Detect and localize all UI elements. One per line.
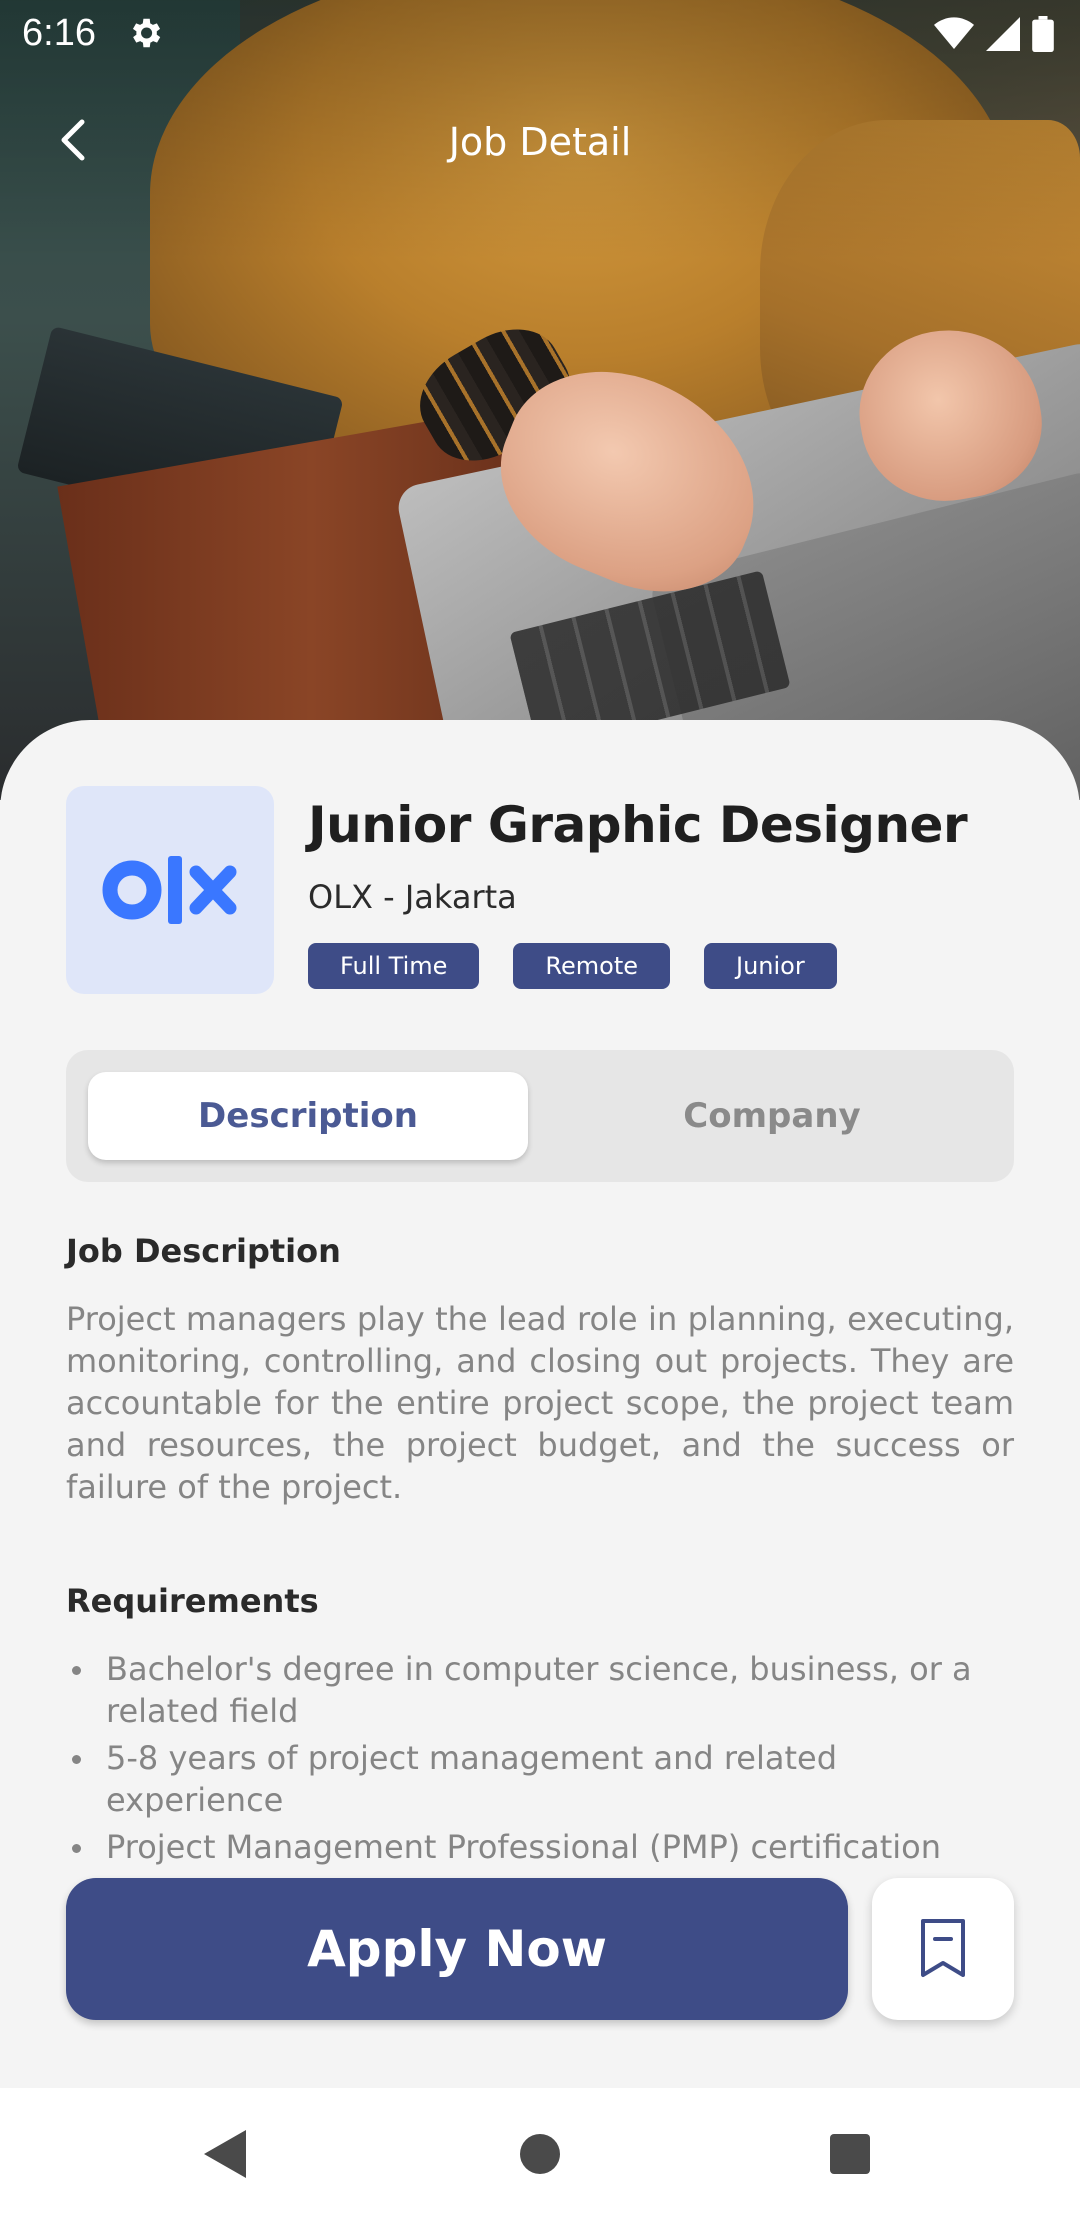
- requirements-heading: Requirements: [66, 1582, 319, 1620]
- company-location: OLX - Jakarta: [308, 878, 517, 916]
- requirement-item: Bachelor's degree in computer science, b…: [66, 1648, 1014, 1732]
- tag-full-time: Full Time: [308, 943, 480, 989]
- settings-icon: [126, 14, 164, 57]
- bookmark-icon: [921, 1919, 965, 1977]
- bookmark-button[interactable]: [872, 1878, 1014, 2020]
- system-nav-bar: [0, 2088, 1080, 2220]
- tab-company[interactable]: Company: [552, 1072, 992, 1160]
- page-title: Job Detail: [448, 120, 632, 164]
- requirement-item: 5-8 years of project management and rela…: [66, 1737, 1014, 1821]
- job-title: Junior Graphic Designer: [308, 796, 968, 854]
- status-bar: 6:16: [0, 0, 1080, 66]
- battery-icon: [1032, 16, 1054, 57]
- wifi-icon: [934, 17, 974, 56]
- tag-junior: Junior: [704, 943, 837, 989]
- company-logo: [66, 786, 274, 994]
- job-tags: Full Time Remote Junior: [308, 943, 837, 989]
- requirement-item: Project Management Professional (PMP) ce…: [66, 1826, 1014, 1868]
- requirements-list: Bachelor's degree in computer science, b…: [66, 1648, 1014, 1873]
- tag-remote: Remote: [513, 943, 671, 989]
- apply-now-button[interactable]: Apply Now: [66, 1878, 848, 2020]
- recents-square-icon[interactable]: [820, 2124, 880, 2184]
- back-triangle-icon[interactable]: [196, 2124, 256, 2184]
- segment-tabs: Description Company: [66, 1050, 1014, 1182]
- olx-logo: [102, 856, 237, 924]
- job-description-text: Project managers play the lead role in p…: [66, 1300, 1014, 1506]
- status-time: 6:16: [22, 12, 96, 54]
- tab-description[interactable]: Description: [88, 1072, 528, 1160]
- job-description-heading: Job Description: [66, 1232, 341, 1270]
- signal-icon: [986, 17, 1020, 56]
- home-circle-icon[interactable]: [510, 2124, 570, 2184]
